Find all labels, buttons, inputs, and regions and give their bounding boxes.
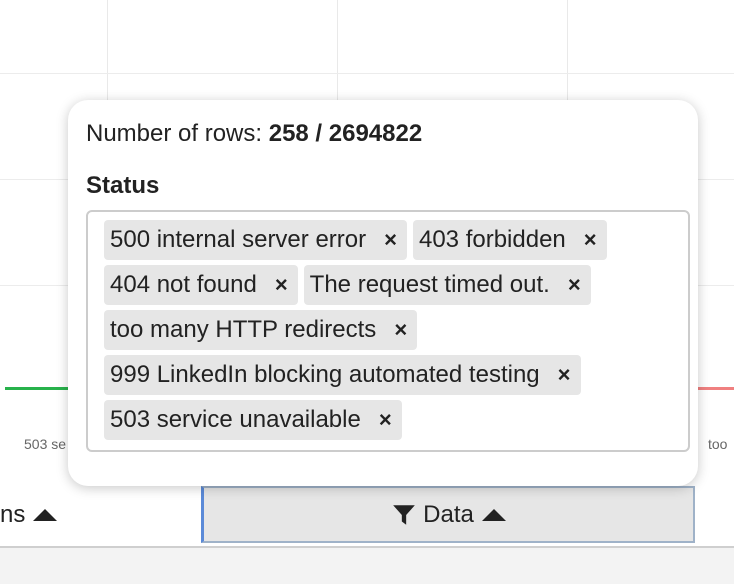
status-tag-label: too many HTTP redirects [110, 316, 377, 343]
caret-up-icon [481, 508, 506, 521]
columns-button[interactable]: ns [0, 486, 200, 544]
grid-line [0, 73, 734, 74]
data-button-label: Data [423, 500, 474, 528]
status-tag: 999 LinkedIn blocking automated testing × [104, 355, 581, 395]
row-count-label: Number of rows: [86, 120, 269, 147]
remove-tag-icon[interactable]: × [379, 407, 392, 433]
status-tag-label: 500 internal server error [110, 226, 367, 253]
status-tag-label: 404 not found [110, 271, 257, 298]
series-line-red [696, 387, 734, 390]
remove-tag-icon[interactable]: × [384, 227, 397, 253]
status-multiselect[interactable]: 500 internal server error × 403 forbidden… [86, 210, 690, 452]
series-line-green [5, 387, 75, 390]
status-tag: 403 forbidden × [412, 220, 607, 260]
status-tag-label: 403 forbidden [418, 226, 566, 253]
status-tag-label: 999 LinkedIn blocking automated testing [110, 361, 540, 388]
remove-tag-icon[interactable]: × [558, 362, 571, 388]
caret-up-icon [33, 509, 58, 521]
data-filter-popover: Number of rows: 258 / 2694822 Status 500… [68, 100, 698, 486]
filter-icon [391, 502, 417, 528]
status-filter-title: Status [86, 172, 160, 199]
status-tag: 404 not found × [104, 265, 298, 305]
x-axis-label: too [708, 436, 728, 452]
remove-tag-icon[interactable]: × [275, 272, 288, 298]
row-count: Number of rows: 258 / 2694822 [86, 120, 422, 148]
remove-tag-icon[interactable]: × [568, 272, 581, 298]
status-tag: too many HTTP redirects × [104, 310, 418, 350]
remove-tag-icon[interactable]: × [394, 317, 407, 343]
bottom-strip [0, 548, 734, 584]
bottom-toolbar: ns Data [0, 486, 734, 548]
row-count-value: 258 / 2694822 [268, 120, 423, 147]
x-axis-label: 503 se [24, 436, 67, 452]
data-filter-button[interactable]: Data [201, 486, 695, 543]
status-tag-label: 503 service unavailable [110, 406, 361, 433]
remove-tag-icon[interactable]: × [584, 227, 597, 253]
status-tag: 500 internal server error × [104, 220, 407, 260]
columns-button-label: ns [0, 501, 26, 528]
status-tag: The request timed out. × [303, 265, 591, 305]
status-tag-label: The request timed out. [309, 271, 550, 298]
status-tag: 503 service unavailable × [104, 400, 402, 440]
